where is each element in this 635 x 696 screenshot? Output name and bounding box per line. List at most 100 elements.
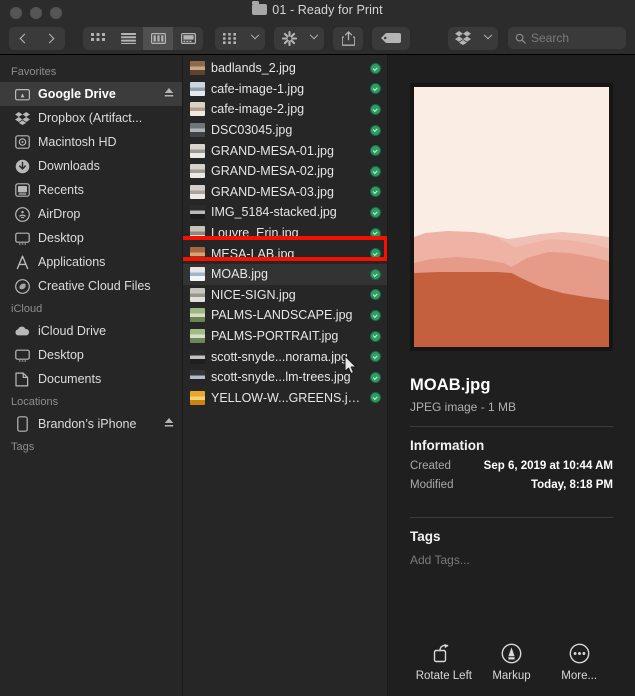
file-thumbnail bbox=[190, 123, 205, 138]
sidebar-item-label: Creative Cloud Files bbox=[38, 279, 151, 293]
documents-icon bbox=[14, 371, 30, 387]
eject-icon[interactable] bbox=[164, 417, 174, 431]
share-button[interactable] bbox=[333, 27, 363, 50]
info-row: Modified Today, 8:18 PM bbox=[410, 479, 613, 491]
sidebar-item-documents[interactable]: Documents bbox=[0, 367, 182, 391]
sidebar-item-google-drive[interactable]: Google Drive bbox=[0, 82, 182, 106]
dropbox-caret[interactable] bbox=[478, 27, 498, 50]
sidebar-item-recents[interactable]: Recents bbox=[0, 178, 182, 202]
file-row[interactable]: IMG_5184-stacked.jpg bbox=[183, 202, 387, 223]
file-thumbnail bbox=[190, 349, 205, 364]
file-row[interactable]: cafe-image-1.jpg bbox=[183, 79, 387, 100]
tag-group bbox=[372, 26, 410, 50]
file-thumbnail bbox=[190, 370, 205, 385]
forward-button[interactable] bbox=[37, 27, 65, 50]
gear-icon bbox=[281, 30, 297, 46]
sync-status-badge bbox=[370, 330, 381, 342]
file-name: cafe-image-1.jpg bbox=[211, 81, 305, 96]
file-row[interactable]: GRAND-MESA-01.jpg bbox=[183, 140, 387, 161]
file-row[interactable]: GRAND-MESA-03.jpg bbox=[183, 182, 387, 203]
sidebar-item-macintosh-hd[interactable]: Macintosh HD bbox=[0, 130, 182, 154]
file-thumbnail bbox=[190, 164, 205, 179]
sync-status-badge bbox=[370, 371, 381, 383]
sync-status-badge bbox=[370, 392, 381, 404]
file-thumbnail bbox=[190, 102, 205, 117]
sidebar-item-dropbox-artifact[interactable]: Dropbox (Artifact... bbox=[0, 106, 182, 130]
file-row[interactable]: YELLOW-W...GREENS.jpg bbox=[183, 388, 387, 409]
eject-icon[interactable] bbox=[164, 87, 174, 101]
applications-icon bbox=[16, 255, 28, 269]
chevron-left-icon bbox=[19, 33, 30, 43]
sidebar-item-desktop[interactable]: Desktop bbox=[0, 343, 182, 367]
markup-label: Markup bbox=[492, 670, 531, 682]
file-row[interactable]: NICE-SIGN.jpg bbox=[183, 285, 387, 306]
file-thumbnail bbox=[190, 267, 205, 282]
file-list-column[interactable]: badlands_2.jpg cafe-image-1.jpg cafe-image… bbox=[183, 55, 388, 696]
sidebar-item-label: AirDrop bbox=[38, 207, 81, 221]
sidebar-item-brandon-s-iphone[interactable]: Brandon’s iPhone bbox=[0, 412, 182, 436]
back-button[interactable] bbox=[9, 27, 37, 50]
icon-view-button[interactable] bbox=[83, 27, 113, 50]
file-row[interactable]: PALMS-PORTRAIT.jpg bbox=[183, 326, 387, 347]
dropbox-button[interactable] bbox=[448, 27, 478, 50]
search-field[interactable]: Search bbox=[508, 27, 626, 49]
file-name: IMG_5184-stacked.jpg bbox=[211, 205, 337, 220]
sidebar-item-creative-cloud-files[interactable]: Creative Cloud Files bbox=[0, 274, 182, 298]
file-thumbnail bbox=[190, 287, 205, 302]
group-by-button[interactable] bbox=[215, 27, 245, 50]
file-row[interactable]: MESA-LAB.jpg bbox=[183, 243, 387, 264]
divider bbox=[410, 517, 613, 518]
add-tags-field[interactable]: Add Tags... bbox=[410, 553, 613, 567]
sidebar-item-applications[interactable]: Applications bbox=[0, 250, 182, 274]
info-value: Today, 8:18 PM bbox=[530, 479, 613, 491]
list-view-button[interactable] bbox=[113, 27, 143, 50]
file-thumbnail bbox=[190, 205, 205, 220]
preview-action-bar: Rotate Left Markup More... bbox=[410, 642, 613, 682]
file-thumbnail bbox=[190, 143, 205, 158]
rotate-left-label: Rotate Left bbox=[415, 670, 472, 682]
file-row[interactable]: GRAND-MESA-02.jpg bbox=[183, 161, 387, 182]
airdrop-icon bbox=[14, 206, 30, 222]
sidebar-item-downloads[interactable]: Downloads bbox=[0, 154, 182, 178]
more-button[interactable]: More... bbox=[545, 642, 613, 682]
action-button[interactable] bbox=[274, 27, 304, 50]
grid-icon bbox=[90, 32, 105, 41]
file-row[interactable]: PALMS-LANDSCAPE.jpg bbox=[183, 305, 387, 326]
file-thumbnail bbox=[190, 329, 205, 344]
chevron-down-icon bbox=[250, 30, 260, 40]
file-row[interactable]: DSC03045.jpg bbox=[183, 120, 387, 141]
file-row[interactable]: Louvre_Erin.jpg bbox=[183, 223, 387, 244]
sidebar-section-header-locations: Locations bbox=[11, 396, 59, 408]
google-drive-icon bbox=[14, 86, 30, 102]
gallery-view-button[interactable] bbox=[173, 27, 203, 50]
dropbox-group bbox=[448, 26, 498, 50]
file-name: scott-snyde...lm-trees.jpg bbox=[211, 370, 351, 385]
gallery-icon bbox=[180, 32, 196, 44]
column-view-button[interactable] bbox=[143, 26, 173, 50]
creative-cloud-icon bbox=[14, 278, 30, 294]
sidebar-item-airdrop[interactable]: AirDrop bbox=[0, 202, 182, 226]
dropbox-icon bbox=[455, 31, 471, 45]
sidebar-section-header-icloud: iCloud bbox=[11, 303, 43, 315]
toolbar: Search bbox=[0, 21, 635, 55]
sync-status-badge bbox=[370, 83, 381, 95]
sidebar-item-label: Google Drive bbox=[38, 87, 116, 101]
file-row[interactable]: MOAB.jpg bbox=[183, 263, 387, 285]
preview-image-frame[interactable] bbox=[410, 83, 613, 351]
sidebar-item-desktop[interactable]: Desktop bbox=[0, 226, 182, 250]
file-name: PALMS-PORTRAIT.jpg bbox=[211, 329, 339, 344]
file-row[interactable]: badlands_2.jpg bbox=[183, 58, 387, 79]
grid-group-icon bbox=[223, 32, 236, 44]
rotate-left-button[interactable]: Rotate Left bbox=[410, 642, 478, 682]
group-by-caret[interactable] bbox=[245, 27, 265, 50]
markup-button[interactable]: Markup bbox=[478, 642, 546, 682]
info-value: Sep 6, 2019 at 10:44 AM bbox=[483, 460, 613, 472]
downloads-icon bbox=[15, 159, 29, 173]
sidebar-item-icloud-drive[interactable]: iCloud Drive bbox=[0, 319, 182, 343]
tag-button[interactable] bbox=[372, 27, 410, 50]
finder-window: 01 - Ready for Print Search Favorites Go… bbox=[0, 0, 635, 696]
share-icon bbox=[341, 30, 355, 46]
action-menu-caret[interactable] bbox=[304, 27, 324, 50]
preview-file-name: MOAB.jpg bbox=[410, 376, 491, 394]
file-row[interactable]: cafe-image-2.jpg bbox=[183, 99, 387, 120]
